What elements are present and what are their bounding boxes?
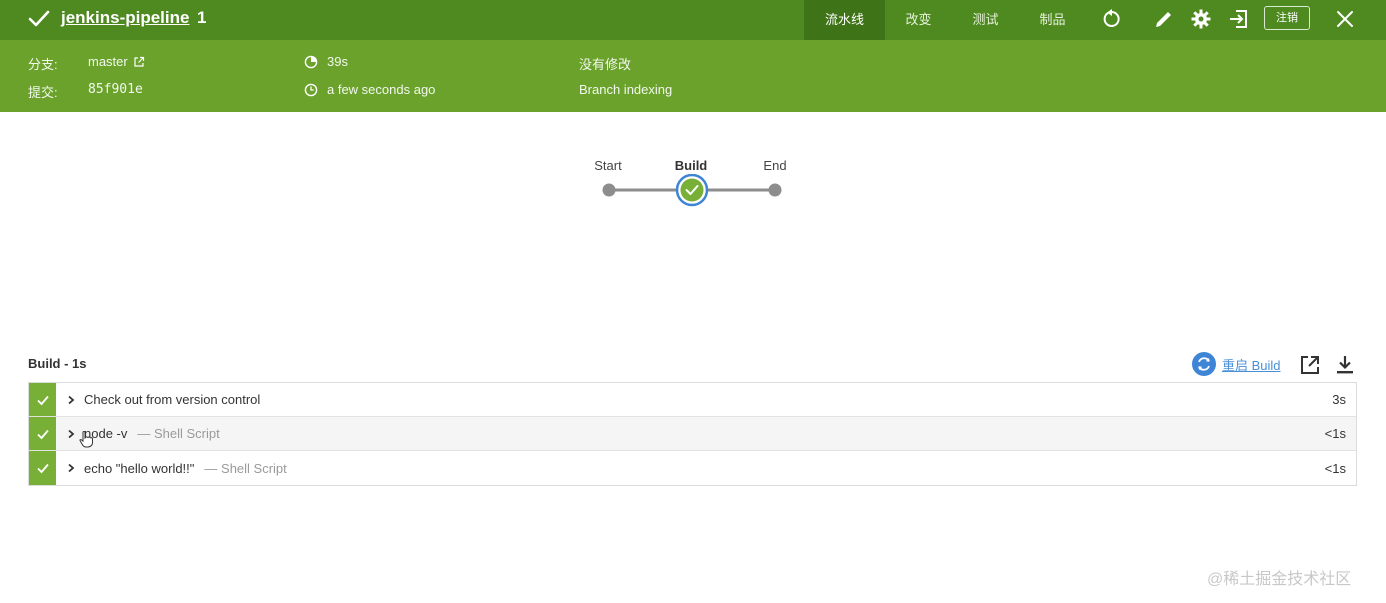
commit-label: 提交: — [28, 85, 58, 100]
logout-button[interactable]: 注销 — [1264, 6, 1310, 30]
end-node — [768, 183, 782, 197]
step-row[interactable]: Check out from version control 3s — [29, 383, 1356, 417]
run-number: 1 — [197, 8, 207, 27]
restart-label[interactable]: 重启 Build — [1222, 355, 1281, 374]
download-icon[interactable] — [1334, 354, 1356, 376]
branch-value[interactable]: master — [88, 54, 128, 69]
edit-icon[interactable] — [1153, 8, 1175, 30]
step-name: node -v — [84, 426, 128, 441]
watermark: @稀土掘金技术社区 — [1207, 571, 1352, 588]
close-icon[interactable] — [1334, 8, 1356, 30]
restart-icon — [1192, 352, 1216, 376]
tab-changes[interactable]: 改变 — [885, 0, 952, 40]
step-row[interactable]: node -v — Shell Script <1s — [29, 417, 1356, 451]
step-status — [29, 383, 56, 416]
tab-pipeline[interactable]: 流水线 — [804, 0, 885, 40]
stage-title: Build - 1s — [28, 356, 87, 371]
step-type: — Shell Script — [204, 460, 287, 476]
step-status — [29, 417, 56, 450]
run-info-bar: 分支: master 提交: 85f901e 39s a few seconds… — [0, 40, 1386, 112]
tab-bar: 流水线 改变 测试 制品 — [804, 0, 1086, 40]
external-link-icon[interactable] — [133, 56, 145, 68]
stage-label-build[interactable]: Build — [675, 158, 708, 173]
success-check-icon — [36, 429, 49, 439]
chevron-right-icon[interactable] — [66, 463, 76, 473]
pipeline-track — [602, 174, 782, 207]
cause-text: Branch indexing — [579, 82, 673, 97]
step-row[interactable]: echo "hello world!!" — Shell Script <1s — [29, 451, 1356, 485]
duration-icon — [304, 55, 318, 69]
job-name-link[interactable]: jenkins-pipeline — [61, 8, 189, 28]
rerun-icon[interactable] — [1101, 8, 1123, 30]
duration-value: 39s — [327, 54, 348, 69]
success-check-icon — [36, 463, 49, 474]
step-name: Check out from version control — [84, 392, 261, 407]
step-name: echo "hello world!!" — [84, 460, 195, 476]
step-type: — Shell Script — [137, 426, 220, 441]
tab-tests[interactable]: 测试 — [952, 0, 1019, 40]
stage-label-end: End — [763, 158, 787, 173]
tab-artifacts[interactable]: 制品 — [1019, 0, 1086, 40]
restart-stage-button[interactable]: 重启 Build — [1192, 352, 1281, 376]
changes-text: 没有修改 — [579, 57, 632, 72]
open-in-new-icon[interactable] — [1299, 354, 1321, 376]
stage-label-start: Start — [594, 158, 622, 173]
start-node — [602, 183, 616, 197]
clock-icon — [304, 83, 318, 97]
steps-list: Check out from version control 3s node -… — [28, 382, 1357, 486]
build-node[interactable] — [675, 174, 709, 207]
time-ago: a few seconds ago — [327, 82, 436, 97]
commit-hash: 85f901e — [88, 82, 143, 97]
chevron-right-icon[interactable] — [66, 429, 76, 439]
success-check-icon — [36, 395, 49, 405]
pipeline-graph: Start Build End — [580, 150, 810, 220]
exit-icon[interactable] — [1228, 8, 1250, 30]
step-status — [29, 451, 56, 485]
chevron-right-icon[interactable] — [66, 395, 76, 405]
top-bar: jenkins-pipeline 1 流水线 改变 测试 制品 注销 — [0, 0, 1386, 40]
branch-label: 分支: — [28, 57, 58, 72]
step-duration: 3s — [1332, 392, 1346, 407]
step-duration: <1s — [1324, 426, 1346, 441]
settings-icon[interactable] — [1190, 8, 1212, 30]
success-check-icon — [28, 10, 50, 27]
step-duration: <1s — [1324, 460, 1346, 476]
